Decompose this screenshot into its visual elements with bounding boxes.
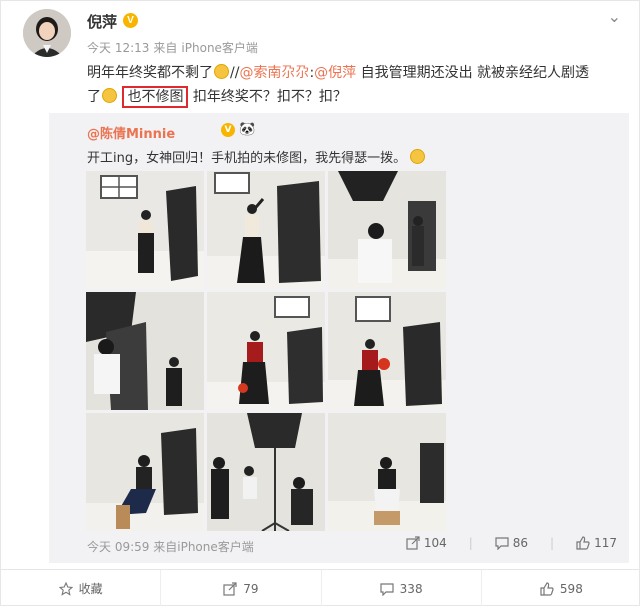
- post-time[interactable]: 今天 12:13: [87, 41, 149, 55]
- photo-thumbnail[interactable]: [328, 171, 446, 289]
- repost-meta: 今天 09:59 来自iPhone客户端: [87, 538, 254, 555]
- post-text: 明年年终奖都不剩了//@索南尕尕:@倪萍 自我管理期还没出 就被亲经纪人剧透 了…: [87, 61, 627, 109]
- repost-button[interactable]: 79: [161, 570, 322, 606]
- repost-time[interactable]: 今天 09:59: [87, 540, 149, 554]
- favorite-button[interactable]: 收藏: [1, 570, 162, 606]
- repost-username[interactable]: @陈倩Minnie: [87, 123, 175, 142]
- photo-thumbnail[interactable]: [328, 292, 446, 410]
- verified-badge-icon: V: [123, 13, 138, 28]
- mention-link[interactable]: @索南尕尕: [239, 65, 309, 81]
- username[interactable]: 倪萍: [87, 11, 117, 32]
- comment-count: 338: [399, 581, 423, 596]
- post-text-part: 扣年终奖不？扣不？扣？: [192, 89, 347, 105]
- photo-thumbnail[interactable]: [86, 171, 204, 289]
- repost-count: 104: [423, 536, 447, 550]
- post-source[interactable]: iPhone客户端: [181, 41, 258, 55]
- source-prefix: 来自: [153, 41, 178, 55]
- photo-thumbnail[interactable]: [207, 171, 325, 289]
- panda-icon: 🐼: [239, 122, 256, 137]
- repost-comment-button[interactable]: 86: [495, 536, 528, 550]
- favorite-label: 收藏: [78, 582, 103, 596]
- action-bar: 收藏 79 338 598: [1, 569, 640, 606]
- repost-source[interactable]: iPhone客户端: [177, 540, 254, 554]
- highlighted-text: 也不修图: [122, 86, 189, 108]
- repost-box: @陈倩Minnie V 🐼 开工ing，女神回归！手机拍的未修图，我先得瑟一拨。: [49, 113, 629, 563]
- like-count: 117: [594, 536, 617, 550]
- post-text-part: 了: [87, 89, 101, 105]
- photo-thumbnail[interactable]: [86, 292, 204, 410]
- comment-icon: [380, 582, 394, 596]
- verified-badge-icon: V: [221, 123, 235, 137]
- comment-button[interactable]: 338: [322, 570, 482, 606]
- comment-count: 86: [512, 536, 529, 550]
- mention-link[interactable]: @倪萍: [314, 65, 356, 81]
- thumbs-up-icon: [576, 536, 590, 550]
- photo-thumbnail[interactable]: [207, 292, 325, 410]
- comment-icon: [495, 537, 509, 550]
- repost-count: 79: [243, 581, 259, 596]
- repost-actions: 104 | 86 | 117: [406, 536, 617, 550]
- share-icon: [406, 536, 420, 550]
- repost-text: 开工ing，女神回归！手机拍的未修图，我先得瑟一拨。: [87, 147, 426, 166]
- repost-text-content: 开工ing，女神回归！手机拍的未修图，我先得瑟一拨。: [87, 151, 407, 166]
- emoji-icon: [410, 149, 426, 164]
- emoji-icon: [102, 88, 117, 103]
- repost-share-button[interactable]: 104: [406, 536, 447, 550]
- weibo-card: 倪萍 V 今天 12:13 来自 iPhone客户端 ⌄ 明年年终奖都不剩了//@索…: [0, 0, 640, 606]
- like-button[interactable]: 598: [482, 570, 640, 606]
- thumbs-up-icon: [540, 581, 554, 596]
- emoji-icon: [214, 64, 229, 79]
- photo-thumbnail[interactable]: [86, 413, 204, 531]
- divider: |: [468, 536, 473, 550]
- photo-thumbnail[interactable]: [207, 413, 325, 531]
- post-meta: 今天 12:13 来自 iPhone客户端: [87, 39, 262, 56]
- photo-thumbnail[interactable]: [328, 413, 446, 531]
- source-prefix: 来自: [153, 540, 178, 554]
- share-icon: [223, 581, 237, 596]
- post-text-part: 明年年终奖都不剩了: [87, 65, 213, 81]
- repost-user-link[interactable]: @陈倩Minnie: [87, 127, 175, 142]
- divider: |: [550, 536, 555, 550]
- post-text-part: 自我管理期还没出 就被亲经纪人剧透: [356, 65, 590, 81]
- chevron-down-icon[interactable]: ⌄: [608, 7, 621, 26]
- user-avatar[interactable]: [23, 9, 71, 57]
- repost-like-button[interactable]: 117: [576, 536, 617, 550]
- star-icon: [58, 581, 73, 596]
- like-count: 598: [559, 581, 583, 596]
